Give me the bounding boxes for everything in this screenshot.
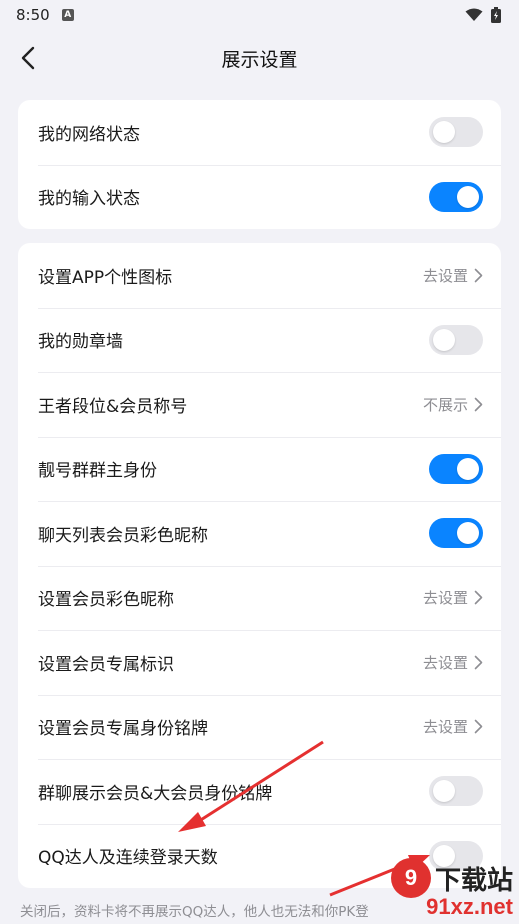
toggle-switch-on[interactable] bbox=[429, 181, 483, 212]
setting-label: 设置会员专属身份铭牌 bbox=[38, 719, 208, 740]
setting-label: 设置APP个性图标 bbox=[38, 267, 173, 288]
watermark-text: 下载站 bbox=[434, 865, 513, 896]
card2-row-4: 聊天列表会员彩色昵称 bbox=[18, 501, 501, 566]
toggle-switch-off[interactable] bbox=[429, 117, 483, 148]
watermark-domain: 91xz.net bbox=[426, 894, 513, 919]
setting-link[interactable]: 去设置 bbox=[423, 265, 483, 286]
setting-link-text: 去设置 bbox=[422, 653, 468, 672]
toggle-knob bbox=[457, 457, 479, 480]
setting-link-text: 不展示 bbox=[422, 395, 468, 414]
page-title: 展示设置 bbox=[221, 48, 298, 71]
chevron-right-icon bbox=[474, 719, 483, 734]
watermark: 9 下载站 91xz.net bbox=[390, 858, 513, 920]
chevron-right-icon bbox=[474, 268, 483, 283]
setting-label: 靓号群群主身份 bbox=[38, 461, 157, 482]
setting-label: 设置会员专属标识 bbox=[38, 654, 174, 675]
wifi-icon bbox=[465, 8, 483, 21]
setting-link[interactable]: 去设置 bbox=[423, 716, 483, 737]
toggle-knob bbox=[457, 522, 479, 545]
setting-link[interactable]: 去设置 bbox=[423, 587, 483, 608]
card2-row-1: 我的勋章墙 bbox=[18, 307, 501, 373]
setting-link-text: 去设置 bbox=[422, 266, 468, 285]
toggle-switch-on[interactable] bbox=[429, 453, 483, 484]
setting-label: 王者段位&会员称号 bbox=[38, 396, 188, 417]
card1-row-1: 我的输入状态 bbox=[18, 164, 501, 230]
setting-label: 群聊展示会员&大会员身份铭牌 bbox=[38, 783, 273, 804]
toggle-knob bbox=[457, 185, 479, 208]
chevron-right-icon bbox=[474, 397, 483, 412]
toggle-knob bbox=[433, 328, 455, 351]
toggle-switch-on[interactable] bbox=[429, 518, 483, 549]
status-time: 8:50 bbox=[16, 6, 50, 24]
back-button[interactable] bbox=[12, 42, 44, 74]
setting-label: 我的输入状态 bbox=[38, 189, 140, 210]
toggle-knob bbox=[433, 121, 455, 144]
card2-row-5[interactable]: 设置会员彩色昵称 去设置 bbox=[18, 565, 501, 631]
card2-row-2[interactable]: 王者段位&会员称号 不展示 bbox=[18, 372, 501, 437]
toggle-switch-off[interactable] bbox=[429, 776, 483, 807]
card2-row-3: 靓号群群主身份 bbox=[18, 436, 501, 502]
status-settings-card: 我的网络状态 我的输入状态 bbox=[18, 100, 501, 229]
status-bar: 8:50 A bbox=[0, 0, 519, 30]
chevron-right-icon bbox=[474, 590, 483, 605]
setting-label: 聊天列表会员彩色昵称 bbox=[38, 525, 208, 546]
status-left: 8:50 A bbox=[16, 6, 74, 24]
display-settings-card: 设置APP个性图标 去设置 我的勋章墙 王者段位&会员称号 不展示 靓号群群主身份 聊天列表… bbox=[18, 243, 501, 888]
card2-row-8: 群聊展示会员&大会员身份铭牌 bbox=[18, 759, 501, 824]
battery-icon bbox=[491, 7, 501, 23]
setting-label: QQ达人及连续登录天数 bbox=[38, 848, 218, 869]
setting-link-text: 去设置 bbox=[422, 718, 468, 737]
setting-link[interactable]: 不展示 bbox=[423, 394, 483, 415]
notification-icon: A bbox=[61, 9, 74, 21]
card2-row-6[interactable]: 设置会员专属标识 去设置 bbox=[18, 630, 501, 695]
back-arrow-icon bbox=[21, 46, 35, 70]
card2-row-0[interactable]: 设置APP个性图标 去设置 bbox=[18, 243, 501, 308]
setting-link-text: 去设置 bbox=[422, 589, 468, 608]
toggle-switch-off[interactable] bbox=[429, 324, 483, 355]
setting-label: 我的勋章墙 bbox=[38, 332, 123, 353]
chevron-right-icon bbox=[474, 655, 483, 670]
setting-label: 设置会员彩色昵称 bbox=[38, 590, 174, 611]
status-right bbox=[465, 7, 501, 23]
setting-label: 我的网络状态 bbox=[38, 124, 140, 145]
nav-bar: 展示设置 bbox=[0, 30, 519, 86]
setting-link[interactable]: 去设置 bbox=[423, 652, 483, 673]
watermark-top: 9 下载站 bbox=[390, 858, 513, 898]
card2-row-7[interactable]: 设置会员专属身份铭牌 去设置 bbox=[18, 694, 501, 760]
watermark-logo: 9 bbox=[390, 858, 431, 898]
toggle-knob bbox=[433, 780, 455, 803]
card1-row-0: 我的网络状态 bbox=[18, 100, 501, 165]
